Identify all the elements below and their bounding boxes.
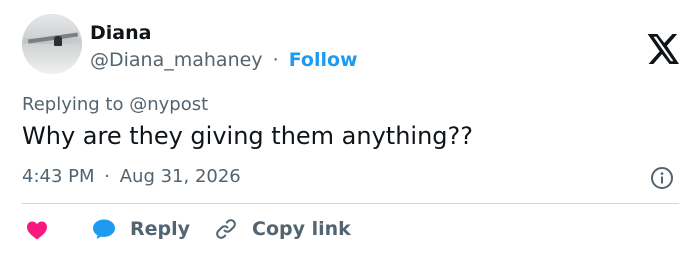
avatar-figure xyxy=(54,36,62,46)
tweet-text: Why are they giving them anything?? xyxy=(22,122,474,150)
link-icon xyxy=(216,219,236,239)
avatar-ground xyxy=(22,44,82,74)
follow-button[interactable]: Follow xyxy=(289,49,358,71)
copy-link-label: Copy link xyxy=(252,218,351,240)
tweet-date[interactable]: Aug 31, 2026 xyxy=(120,166,241,187)
tweet-header: Diana @Diana_mahaney · Follow xyxy=(22,14,682,78)
tweet-time[interactable]: 4:43 PM xyxy=(22,166,95,187)
reply-context-mention[interactable]: @nypost xyxy=(129,94,208,115)
tweet-meta: 4:43 PM · Aug 31, 2026 xyxy=(22,166,241,187)
reply-label: Reply xyxy=(130,218,191,240)
author-name[interactable]: Diana xyxy=(90,22,151,44)
action-bar: Reply Copy link xyxy=(22,214,682,244)
reply-context: Replying to @nypost xyxy=(22,94,208,115)
x-logo-icon[interactable] xyxy=(647,34,681,64)
avatar[interactable] xyxy=(22,14,82,74)
author-handle-row: @Diana_mahaney · Follow xyxy=(90,49,358,71)
meta-separator: · xyxy=(104,166,110,187)
info-icon[interactable] xyxy=(650,166,674,190)
speech-bubble-icon xyxy=(93,219,115,239)
reply-context-prefix: Replying to xyxy=(22,94,124,115)
handle-separator: · xyxy=(272,49,279,71)
author-handle[interactable]: @Diana_mahaney xyxy=(90,49,263,71)
divider xyxy=(22,203,679,204)
copy-link-button[interactable]: Copy link xyxy=(214,214,351,244)
reply-button[interactable]: Reply xyxy=(92,214,190,244)
heart-icon[interactable] xyxy=(26,220,48,240)
